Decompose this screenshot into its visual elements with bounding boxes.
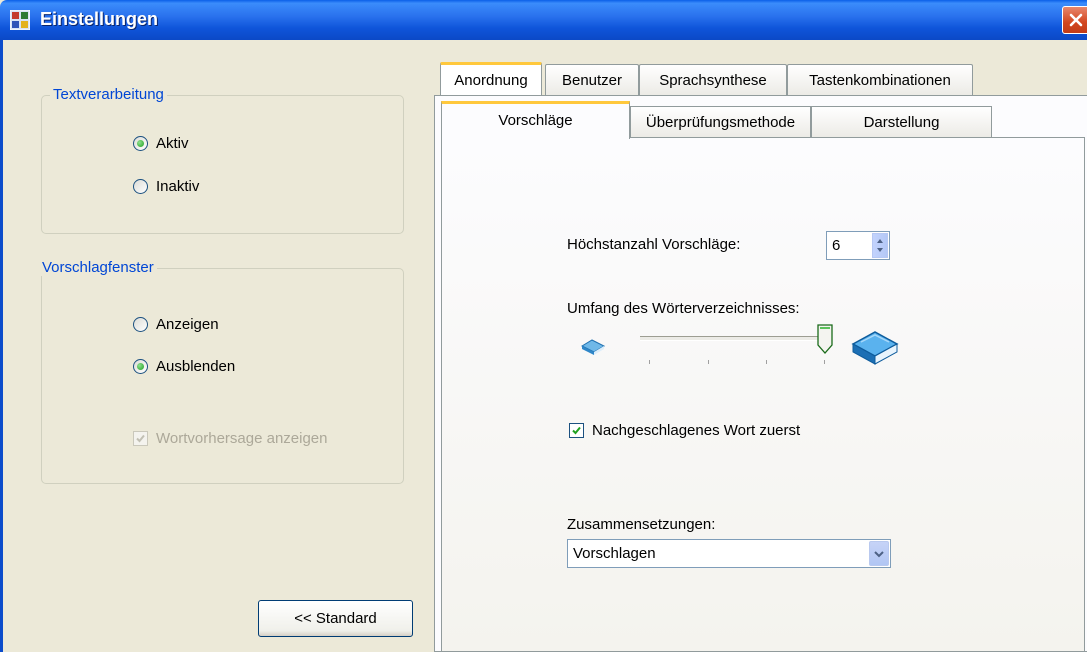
tab-tastenkombinationen[interactable]: Tastenkombinationen <box>787 64 973 95</box>
word-prediction-label: Wortvorhersage anzeigen <box>156 430 328 447</box>
standard-button[interactable]: << Standard <box>258 600 413 637</box>
compounds-dropdown[interactable]: Vorschlagen <box>567 539 891 568</box>
updown-arrows-icon <box>877 239 883 252</box>
radio-ausblenden[interactable]: Ausblenden <box>133 358 235 375</box>
radio-anzeigen-indicator[interactable] <box>133 317 148 332</box>
subtab-darstellung[interactable]: Darstellung <box>811 106 992 137</box>
title-bar[interactable]: Einstellungen <box>0 0 1087 40</box>
lookup-first-checkbox[interactable]: Nachgeschlagenes Wort zuerst <box>569 422 800 439</box>
radio-inaktiv-label: Inaktiv <box>156 178 200 195</box>
max-suggestions-label: Höchstanzahl Vorschläge: <box>567 236 741 253</box>
suggestions-panel <box>441 137 1085 652</box>
radio-aktiv-indicator[interactable] <box>133 136 148 151</box>
app-icon <box>9 9 31 31</box>
spinner-buttons[interactable] <box>872 233 888 258</box>
checkmark-icon <box>572 426 581 435</box>
text-processing-legend: Textverarbeitung <box>50 86 167 103</box>
tab-benutzer[interactable]: Benutzer <box>545 64 639 95</box>
radio-inaktiv[interactable]: Inaktiv <box>133 178 199 195</box>
radio-ausblenden-indicator[interactable] <box>133 359 148 374</box>
text-processing-group: Textverarbeitung <box>41 86 404 234</box>
subtab-vorschlaege[interactable]: Vorschläge <box>441 101 630 139</box>
close-button[interactable] <box>1062 6 1087 34</box>
slider-tick <box>708 360 709 364</box>
radio-anzeigen[interactable]: Anzeigen <box>133 316 219 333</box>
word-prediction-check[interactable] <box>133 431 148 446</box>
slider-thumb[interactable] <box>817 324 833 354</box>
max-suggestions-spinner[interactable]: 6 <box>826 231 890 260</box>
lookup-first-label: Nachgeschlagenes Wort zuerst <box>592 422 801 439</box>
checkmark-icon <box>136 434 145 443</box>
slider-tick <box>824 360 825 364</box>
compounds-label: Zusammensetzungen: <box>567 516 716 533</box>
radio-aktiv-label: Aktiv <box>156 135 189 152</box>
subtab-ueberpruefungsmethode[interactable]: Überprüfungsmethode <box>630 106 811 137</box>
compounds-value: Vorschlagen <box>573 545 656 562</box>
word-prediction-checkbox[interactable]: Wortvorhersage anzeigen <box>133 430 328 447</box>
small-book-icon <box>580 336 606 360</box>
lookup-first-check[interactable] <box>569 423 584 438</box>
slider-tick <box>766 360 767 364</box>
dictionary-size-label: Umfang des Wörterverzeichnisses: <box>567 300 800 317</box>
suggestion-window-group: Vorschlagfenster <box>39 259 404 484</box>
dropdown-button[interactable] <box>869 541 889 566</box>
chevron-down-icon <box>874 550 884 557</box>
tab-anordnung[interactable]: Anordnung <box>440 62 542 95</box>
large-book-icon <box>849 324 901 370</box>
slider-tick <box>649 360 650 364</box>
dictionary-size-slider[interactable] <box>636 320 836 368</box>
radio-aktiv[interactable]: Aktiv <box>133 135 189 152</box>
max-suggestions-value[interactable]: 6 <box>832 237 840 254</box>
radio-inaktiv-indicator[interactable] <box>133 179 148 194</box>
tab-sprachsynthese[interactable]: Sprachsynthese <box>639 64 787 95</box>
close-icon <box>1069 13 1083 27</box>
slider-track <box>640 336 826 341</box>
suggestion-window-legend: Vorschlagfenster <box>39 259 157 276</box>
window-title: Einstellungen <box>40 9 159 29</box>
radio-anzeigen-label: Anzeigen <box>156 316 219 333</box>
radio-ausblenden-label: Ausblenden <box>156 358 236 375</box>
